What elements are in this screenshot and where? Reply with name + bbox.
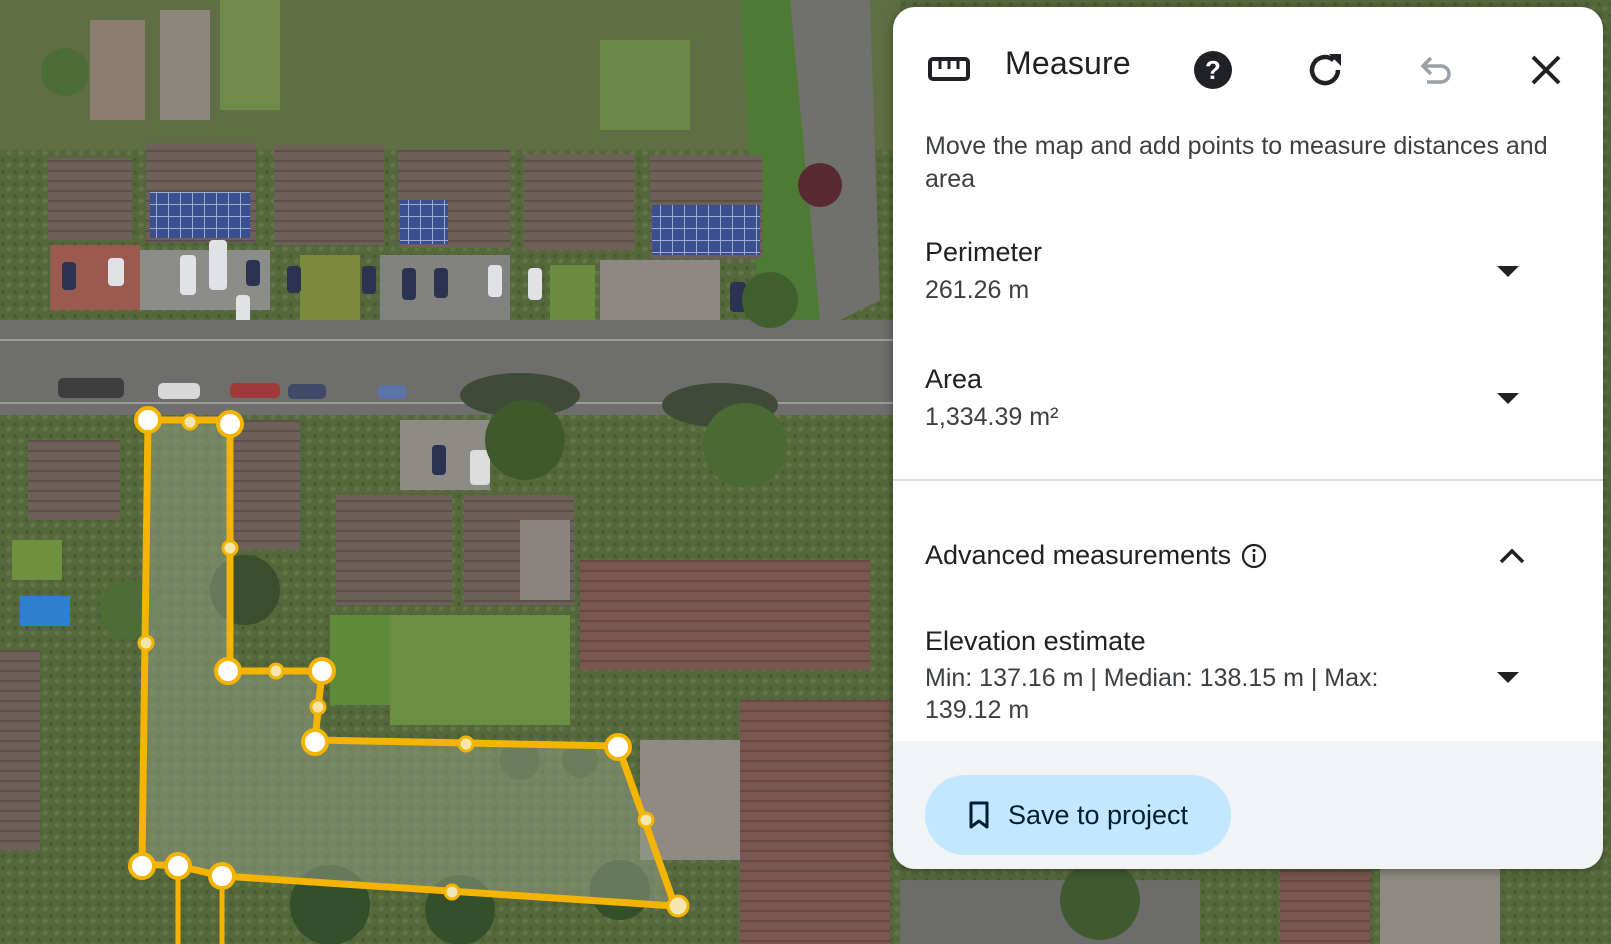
advanced-measurements-label: Advanced measurements <box>925 540 1232 570</box>
perimeter-row: Perimeter 261.26 m <box>925 237 1565 305</box>
advanced-measurements-header[interactable]: Advanced measurements <box>925 540 1267 571</box>
save-to-project-button[interactable]: Save to project <box>925 775 1231 855</box>
elevation-row: Elevation estimate Min: 137.16 m | Media… <box>925 626 1455 726</box>
info-icon[interactable] <box>1241 543 1267 569</box>
close-icon[interactable] <box>1524 48 1568 92</box>
elevation-label: Elevation estimate <box>925 626 1146 656</box>
undo-icon[interactable] <box>1413 48 1457 92</box>
elevation-value: Min: 137.16 m | Median: 138.15 m | Max: … <box>925 664 1379 724</box>
perimeter-label: Perimeter <box>925 237 1043 267</box>
measure-panel-header: Measure ? <box>893 7 1603 119</box>
perimeter-chevron-down-icon[interactable] <box>1486 250 1530 294</box>
bookmark-icon <box>969 801 989 829</box>
panel-title: Measure <box>1005 45 1131 81</box>
help-icon[interactable]: ? <box>1191 48 1235 92</box>
panel-footer: Save to project <box>893 741 1603 869</box>
area-row: Area 1,334.39 m² <box>925 364 1565 432</box>
refresh-icon[interactable] <box>1303 48 1347 92</box>
area-label: Area <box>925 364 983 394</box>
measure-panel: Measure ? Move the map and add points to… <box>893 7 1603 869</box>
svg-text:?: ? <box>1205 55 1221 85</box>
area-value: 1,334.39 m² <box>925 403 1059 431</box>
area-chevron-down-icon[interactable] <box>1486 377 1530 421</box>
perimeter-value: 261.26 m <box>925 276 1030 304</box>
section-divider <box>893 479 1603 481</box>
ruler-icon <box>927 47 971 91</box>
instructions-text: Move the map and add points to measure d… <box>925 132 1548 193</box>
chevron-up-icon[interactable] <box>1490 534 1534 578</box>
save-to-project-label: Save to project <box>1007 799 1189 830</box>
elevation-chevron-down-icon[interactable] <box>1486 656 1530 700</box>
